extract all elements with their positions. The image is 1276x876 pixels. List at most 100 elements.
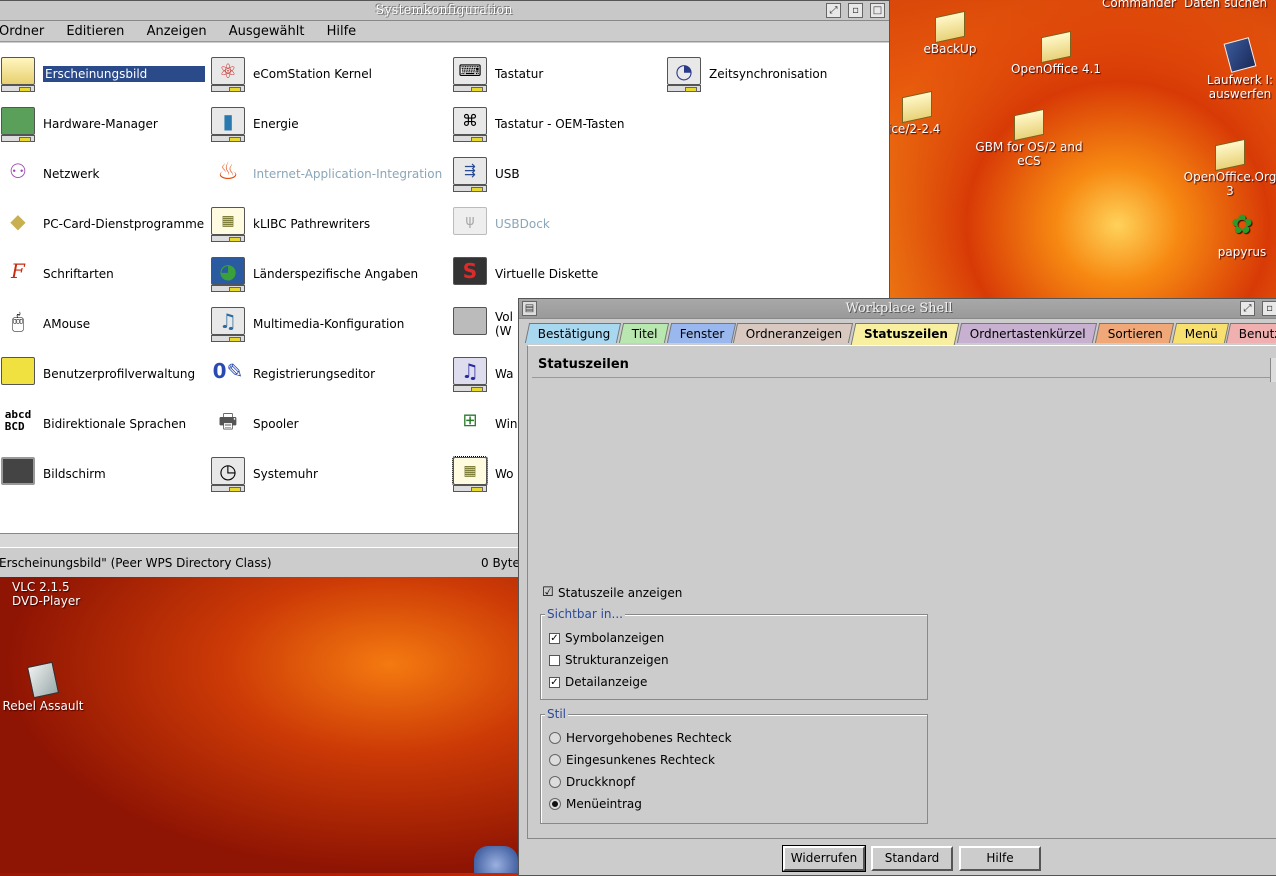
item-virtuelle-diskette[interactable]: S Virtuelle Diskette	[451, 253, 598, 295]
item-netzwerk[interactable]: ⚇ Netzwerk	[0, 153, 99, 195]
wps-window[interactable]: ▤ Workplace Shell ⤢ ▫ Bestätigung Titel …	[518, 298, 1276, 876]
torch-icon: ♨	[217, 157, 239, 185]
item-multimedia[interactable]: ♫ Multimedia-Konfiguration	[209, 303, 404, 345]
menu-anzeigen[interactable]: Anzeigen	[138, 21, 216, 42]
item-volume[interactable]: Vol (W	[451, 303, 513, 345]
desktop-label-vlc[interactable]: VLC 2.1.5 DVD-Player	[12, 580, 80, 608]
item-usb[interactable]: ⇶ USB	[451, 153, 520, 195]
item-zeitsync[interactable]: ◔ Zeitsynchronisation	[665, 53, 827, 95]
item-registry[interactable]: 0✎ Registrierungseditor	[209, 353, 375, 395]
desktop-icon-drive-eject[interactable]: Laufwerk I: auswerfen	[1198, 37, 1276, 101]
item-usbdock[interactable]: ψ USBDock	[451, 203, 550, 245]
item-bildschirm[interactable]: Bildschirm	[0, 453, 106, 495]
item-hardware-manager[interactable]: Hardware-Manager	[0, 103, 158, 145]
radio-icon	[549, 754, 561, 766]
default-button[interactable]: Standard	[871, 846, 953, 871]
show-statusbar-checkbox[interactable]: ☑ Statuszeile anzeigen	[542, 586, 682, 601]
system-menu-icon[interactable]: ▤	[522, 301, 537, 316]
menu-ordner[interactable]: Ordner	[0, 21, 53, 42]
style-group: Stil Hervorgehobenes Rechteck Eingesunke…	[540, 707, 928, 824]
item-laender[interactable]: ◕ Länderspezifische Angaben	[209, 253, 418, 295]
checkbox-detailanzeige[interactable]: ✓ Detailanzeige	[549, 675, 647, 689]
desktop-icon-gbm[interactable]: GBM for OS/2 and eCS	[962, 106, 1096, 168]
tab-ordneranzeigen[interactable]: Ordneranzeigen	[733, 323, 854, 343]
item-benutzerprofil[interactable]: Benutzerprofilverwaltung	[0, 353, 195, 395]
restore-icon[interactable]: ▫	[1262, 301, 1276, 316]
item-label: USB	[495, 167, 520, 181]
item-energie[interactable]: ▮ Energie	[209, 103, 299, 145]
checkbox-strukturanzeigen[interactable]: Strukturanzeigen	[549, 653, 669, 667]
desktop-icon-papyrus[interactable]: ✿ papyrus	[1212, 208, 1272, 259]
tab-bestaetigung[interactable]: Bestätigung	[524, 323, 622, 343]
timesync-icon: ◔	[665, 55, 703, 93]
item-label: Erscheinungsbild	[43, 66, 205, 82]
menu-ausgewaehlt[interactable]: Ausgewählt	[220, 21, 314, 42]
checkbox-label: Detailanzeige	[565, 675, 648, 689]
item-bidi[interactable]: abcd BCD Bidirektionale Sprachen	[0, 403, 186, 445]
menu-hilfe[interactable]: Hilfe	[318, 21, 366, 42]
desktop-icon-openofficeorg3[interactable]: OpenOffice.Org 3	[1180, 136, 1276, 198]
item-tastatur[interactable]: ⌨ Tastatur	[451, 53, 543, 95]
page-corner-icon[interactable]	[1270, 358, 1276, 382]
radio-eingesunkenes-rechteck[interactable]: Eingesunkenes Rechteck	[549, 753, 715, 767]
tab-menue[interactable]: Menü	[1171, 323, 1229, 343]
checkbox-icon	[549, 654, 560, 666]
pccard-icon: ◆	[10, 209, 26, 233]
item-pc-card[interactable]: ◆ PC-Card-Dienstprogramme	[0, 203, 204, 245]
radio-hervorgehobenes-rechteck[interactable]: Hervorgehobenes Rechteck	[549, 731, 732, 745]
minimize-icon[interactable]: ⤢	[826, 3, 841, 18]
item-ecs-kernel[interactable]: ⚛ eComStation Kernel	[209, 53, 372, 95]
maximize-icon[interactable]: □	[870, 3, 885, 18]
checkbox-label: Symbolanzeigen	[565, 631, 665, 645]
item-spooler[interactable]: 🖶 Spooler	[209, 403, 299, 445]
tab-benutzerschnittstelle[interactable]: Benutzerschnittstel	[1226, 323, 1276, 343]
group-label: Stil	[545, 707, 568, 721]
item-klibc[interactable]: ▦ kLIBC Pathrewriters	[209, 203, 370, 245]
tab-fenster[interactable]: Fenster	[666, 323, 736, 343]
wps-titlebar[interactable]: ▤ Workplace Shell ⤢ ▫	[519, 299, 1276, 319]
undo-button[interactable]: Widerrufen	[782, 845, 866, 872]
item-label: USBDock	[495, 217, 550, 231]
item-label: Registrierungseditor	[253, 367, 376, 381]
tree-icon: ▦	[209, 205, 247, 243]
checkbox-icon: ✓	[549, 676, 560, 688]
item-workplace[interactable]: ▦ Wo	[451, 453, 514, 495]
users-icon	[0, 355, 37, 393]
item-schriftarten[interactable]: F Schriftarten	[0, 253, 114, 295]
tab-ordnertastenkuerzel[interactable]: Ordnertastenkürzel	[956, 323, 1098, 343]
desktop-icon-openoffice41[interactable]: OpenOffice 4.1	[1006, 28, 1106, 76]
desktop-icon-ice[interactable]: ice/2-2.4	[888, 88, 950, 136]
item-wave[interactable]: ♫ Wa	[451, 353, 513, 395]
checkbox-label: Strukturanzeigen	[565, 653, 669, 667]
sysconfig-titlebar[interactable]: Systemkonfiguration ⤢ ▫ □	[0, 1, 889, 21]
folder-icon	[902, 90, 932, 124]
item-internet-app-integration[interactable]: ♨ Internet-Application-Integration	[209, 153, 442, 195]
radio-label: Menüeintrag	[566, 797, 642, 811]
item-tastatur-oem[interactable]: ⌘ Tastatur - OEM-Tasten	[451, 103, 624, 145]
checkbox-symbolanzeigen[interactable]: ✓ Symbolanzeigen	[549, 631, 664, 645]
ebackup-icon	[935, 10, 965, 44]
desktop-label-search[interactable]: Daten suchen	[1184, 0, 1267, 10]
tab-statuszeilen[interactable]: Statuszeilen	[850, 323, 960, 345]
taskbar-globe-icon[interactable]	[474, 846, 518, 873]
desktop-label-commander[interactable]: Commander	[1102, 0, 1176, 10]
item-win[interactable]: ⊞ Win	[451, 403, 517, 445]
minimize-icon[interactable]: ⤢	[1240, 301, 1255, 316]
item-erscheinungsbild[interactable]: Erscheinungsbild	[0, 53, 205, 95]
restore-icon[interactable]: ▫	[848, 3, 863, 18]
tab-label: Bestätigung	[537, 327, 611, 341]
tab-sortieren[interactable]: Sortieren	[1094, 323, 1174, 343]
item-systemuhr[interactable]: ◷ Systemuhr	[209, 453, 318, 495]
desktop-icon-ebackup[interactable]: eBackUp	[918, 8, 982, 56]
help-button[interactable]: Hilfe	[959, 846, 1041, 871]
papyrus-icon: ✿	[1231, 210, 1253, 240]
tab-titel[interactable]: Titel	[619, 323, 670, 343]
menu-editieren[interactable]: Editieren	[57, 21, 133, 42]
desktop-icon-label: eBackUp	[923, 42, 977, 56]
desktop-icon-rebel-assault[interactable]: Rebel Assault	[2, 661, 84, 713]
radio-menueeintrag[interactable]: Menüeintrag	[549, 797, 642, 811]
item-amouse[interactable]: 🖱 AMouse	[0, 303, 90, 345]
radio-druckknopf[interactable]: Druckknopf	[549, 775, 635, 789]
item-label: Energie	[253, 117, 299, 131]
font-icon: F	[11, 259, 25, 283]
